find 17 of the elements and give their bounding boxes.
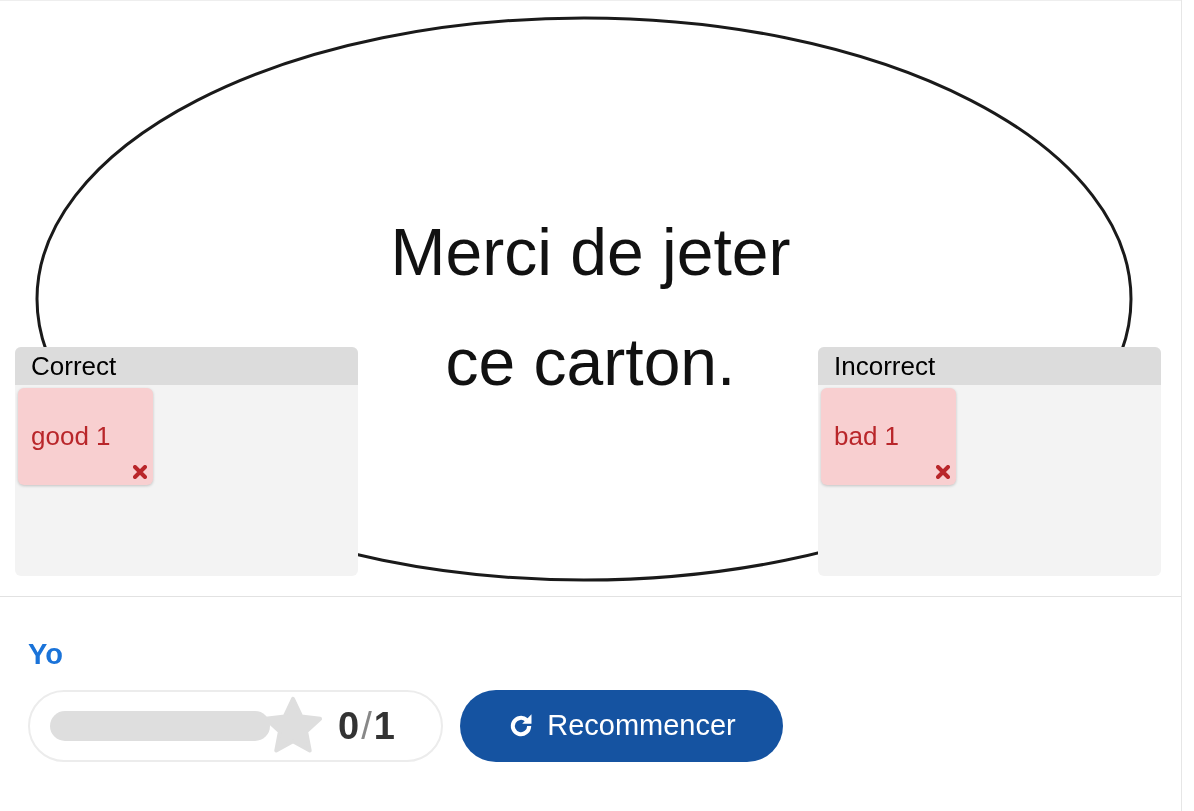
drop-zone-label: Incorrect (818, 347, 1161, 385)
cross-icon (133, 465, 147, 479)
sign-text: ce carton. (445, 324, 736, 401)
item-label: bad 1 (834, 420, 900, 453)
sign-text: Merci de jeter (390, 214, 791, 291)
drop-zone-label: Correct (15, 347, 358, 385)
cross-icon (936, 465, 950, 479)
task-title: Yo (28, 637, 64, 672)
item-label: good 1 (31, 420, 111, 453)
retry-button[interactable]: Recommencer (460, 690, 783, 762)
score-max: 1 (373, 703, 395, 749)
draggable-item[interactable]: good 1 (18, 388, 153, 485)
drop-zone[interactable]: Correct good 1 (15, 347, 358, 576)
score-separator: / (361, 703, 372, 749)
score-value: 0 (338, 703, 360, 749)
draggable-item[interactable]: bad 1 (821, 388, 956, 485)
drop-zone[interactable]: Incorrect bad 1 (818, 347, 1161, 576)
